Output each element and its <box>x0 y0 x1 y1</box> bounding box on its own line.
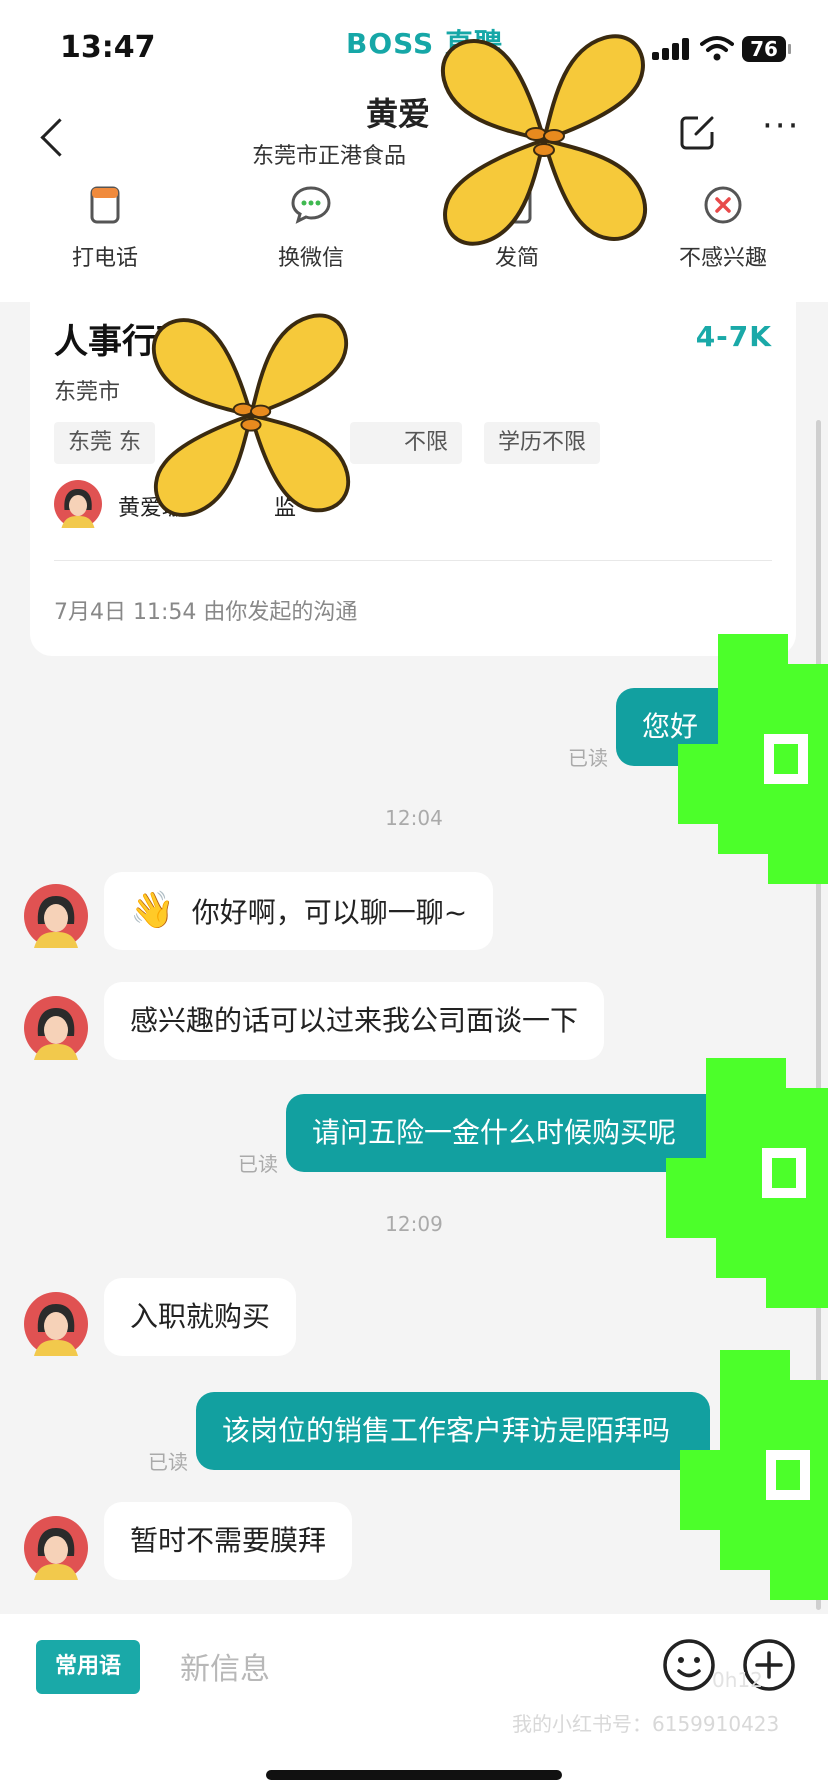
message-bubble-in[interactable]: 感兴趣的话可以过来我公司面谈一下 <box>104 982 605 1060</box>
emoji-icon[interactable] <box>662 1638 716 1692</box>
job-tag: 学历不限 <box>484 422 601 464</box>
action-label: 不感兴趣 <box>678 246 767 271</box>
avatar <box>24 1292 88 1356</box>
avatar <box>24 996 88 1060</box>
action-label: 打电话 <box>71 246 138 271</box>
action-wechat[interactable]: 换微信 <box>246 184 376 272</box>
recruiter-name: 黄爱珊 <box>118 496 185 521</box>
message-bubble-in[interactable]: 👋 你好啊，可以聊一聊~ <box>104 872 494 950</box>
job-salary: 4-7K <box>695 320 772 353</box>
message-bubble-out[interactable]: 该岗位的销售工作客户拜访是陌拜吗 <box>196 1392 711 1470</box>
wifi-icon <box>700 36 734 61</box>
job-tag: 不限 <box>350 422 462 464</box>
home-indicator[interactable] <box>266 1770 562 1780</box>
job-title: 人事行政 <box>54 322 190 362</box>
action-not-interested[interactable]: 不感兴趣 <box>658 184 788 272</box>
message-input[interactable] <box>180 1644 620 1694</box>
chat-timestamp: 12:04 <box>385 806 443 830</box>
not-interested-icon <box>704 186 742 224</box>
battery-icon: 76 <box>742 36 791 62</box>
scrollbar[interactable] <box>816 420 821 1610</box>
quick-phrases-button[interactable]: 常用语 <box>36 1640 140 1694</box>
conversation-start-info: 7月4日 11:54 由你发起的沟通 <box>54 600 358 625</box>
chat-header: 黄爱 东莞市正港食品 ··· 打电话 换微信 发简 不感兴趣 <box>0 92 828 302</box>
avatar <box>54 480 102 528</box>
chat-timestamp: 12:09 <box>385 1212 443 1236</box>
action-call[interactable]: 打电话 <box>40 184 170 272</box>
job-card[interactable]: 人事行政 4-7K 东莞市 东莞 东 不限 学历不限 黄爱珊 监 7月4日 11… <box>30 302 796 656</box>
more-icon[interactable]: ··· <box>762 109 806 146</box>
read-receipt: 已读 <box>148 1450 188 1474</box>
resume-icon <box>502 186 532 224</box>
message-bubble-in[interactable]: 暂时不需要膜拜 <box>104 1502 353 1580</box>
divider <box>54 560 772 561</box>
signal-icon <box>652 38 692 60</box>
back-button[interactable] <box>36 112 76 162</box>
waving-hand-icon: 👋 <box>130 890 175 931</box>
brand-logo: BOSS 直聘 <box>346 27 503 60</box>
action-bar: 打电话 换微信 发简 不感兴趣 <box>0 184 828 294</box>
read-receipt: 已读 <box>568 746 608 770</box>
message-bubble-out[interactable]: 请问五险一金什么时候购买呢 <box>286 1094 727 1172</box>
watermark-small: 0h12 <box>712 1668 763 1692</box>
avatar <box>24 884 88 948</box>
recruiter-title: 监 <box>274 496 297 521</box>
contact-name: 黄爱 <box>366 95 431 133</box>
action-label: 发简 <box>494 246 539 271</box>
message-bubble-out[interactable]: 您好 <box>616 688 759 766</box>
avatar <box>24 1516 88 1580</box>
message-text: 你好啊，可以聊一聊~ <box>191 896 468 929</box>
read-receipt: 已读 <box>238 1152 278 1176</box>
status-bar: 13:47 BOSS 直聘 76 <box>0 0 828 92</box>
action-send-resume[interactable]: 发简 <box>452 184 582 272</box>
watermark: 我的小红书号：6159910423 <box>512 1712 780 1736</box>
input-bar: 常用语 0h12 我的小红书号：6159910423 <box>0 1614 828 1792</box>
job-tag: 东莞 东 <box>54 422 155 464</box>
phone-card-icon <box>90 186 120 224</box>
green-pixel-sticker <box>680 1350 828 1600</box>
message-bubble-in[interactable]: 入职就购买 <box>104 1278 297 1356</box>
job-location: 东莞市 <box>54 380 121 405</box>
company-name: 东莞市正港食品 <box>252 144 407 169</box>
wechat-icon <box>291 186 331 224</box>
status-time: 13:47 <box>60 30 156 65</box>
action-label: 换微信 <box>277 246 344 271</box>
edit-icon[interactable] <box>676 110 720 154</box>
